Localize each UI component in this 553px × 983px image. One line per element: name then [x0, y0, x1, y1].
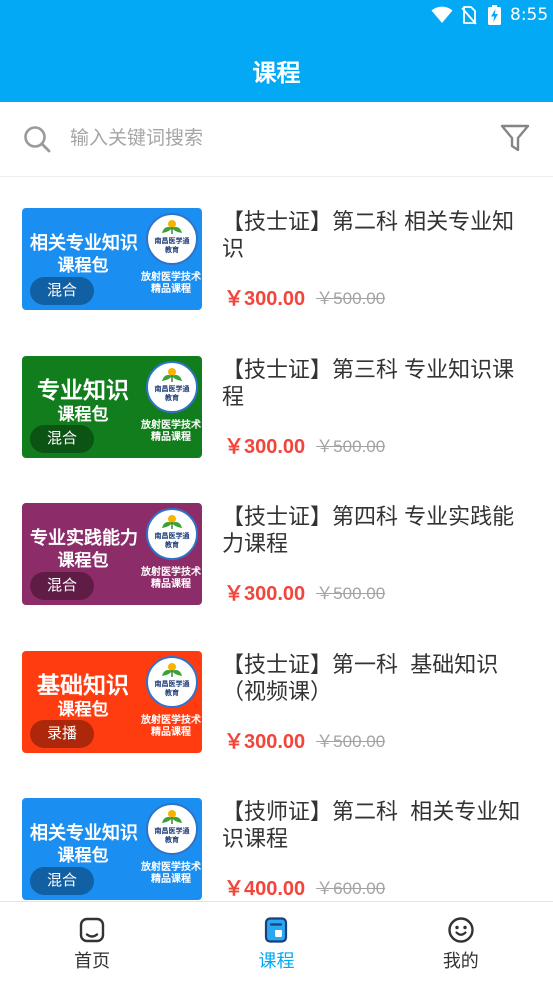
course-thumbnail: 专业知识 课程包 南昌医学通 教育 放射医学技术 精品课程 混合	[22, 355, 202, 458]
thumbnail-tagline: 放射医学技术	[141, 419, 201, 431]
course-type-badge: 混合	[30, 867, 94, 895]
thumbnail-tagline: 精品课程	[151, 874, 191, 885]
price-row: ￥300.00 ￥500.00	[224, 434, 385, 460]
wifi-icon	[431, 6, 453, 23]
logo-sub: 教育	[165, 689, 179, 697]
logo-name: 南昌医学通	[154, 385, 190, 393]
logo-sub: 教育	[165, 542, 179, 549]
course-book-icon	[265, 917, 288, 943]
thumbnail-heading: 基础知识	[37, 671, 129, 698]
price-row: ￥300.00 ￥500.00	[224, 581, 385, 607]
course-title: 【技士证】第三科 专业知识课程	[222, 356, 515, 409]
course-thumbnail: 相关专业知识 课程包 南昌医学通 教育 放射医学技术 精品课程 混合	[22, 798, 202, 900]
sprout-logo-icon	[160, 662, 184, 678]
original-price: ￥500.00	[316, 436, 386, 456]
school-logo: 南昌医学通 教育	[146, 360, 198, 413]
tab-home[interactable]: 首页	[0, 902, 184, 983]
thumbnail-heading: 专业知识	[37, 376, 129, 403]
status-time: 8:55	[510, 5, 549, 25]
thumbnail-subheading: 课程包	[57, 404, 109, 424]
price-row: ￥300.00 ￥500.00	[224, 286, 385, 312]
tab-profile[interactable]: 我的	[369, 902, 553, 983]
thumbnail-subheading: 课程包	[57, 551, 109, 570]
thumbnail-tagline: 精品课程	[151, 431, 191, 443]
search-icon[interactable]	[23, 125, 51, 153]
school-logo: 南昌医学通 教育	[146, 655, 198, 708]
original-price: ￥600.00	[316, 879, 386, 898]
course-item[interactable]: 相关专业知识 课程包 南昌医学通 教育 放射医学技术 精品课程 混合 【技士证】…	[0, 177, 553, 325]
original-price: ￥500.00	[316, 584, 386, 603]
thumbnail-tagline: 精品课程	[151, 726, 191, 738]
current-price: ￥300.00	[224, 583, 306, 605]
course-item[interactable]: 专业实践能力 课程包 南昌医学通 教育 放射医学技术 精品课程 混合 【技士证】…	[0, 472, 553, 620]
course-list: 相关专业知识 课程包 南昌医学通 教育 放射医学技术 精品课程 混合 【技士证】…	[0, 177, 553, 901]
logo-sub: 教育	[165, 394, 179, 402]
course-title: 【技士证】第一科 基础知识（视频课）	[222, 651, 499, 704]
school-logo: 南昌医学通 教育	[146, 803, 198, 855]
course-thumbnail: 基础知识 课程包 南昌医学通 教育 放射医学技术 精品课程 录播	[22, 650, 202, 753]
battery-charging-icon	[488, 5, 501, 25]
thumbnail-tagline: 放射医学技术	[141, 862, 201, 873]
thumbnail-heading: 相关专业知识	[30, 233, 138, 253]
course-type-badge: 混合	[30, 572, 94, 600]
logo-name: 南昌医学通	[154, 533, 190, 540]
thumbnail-tagline: 精品课程	[151, 579, 191, 590]
price-row: ￥300.00 ￥500.00	[224, 729, 385, 755]
home-icon	[79, 917, 105, 943]
original-price: ￥500.00	[316, 731, 386, 751]
tab-label: 我的	[442, 951, 479, 971]
thumbnail-heading: 相关专业知识	[30, 823, 138, 843]
page-title: 课程	[252, 60, 301, 87]
current-price: ￥300.00	[224, 730, 306, 753]
logo-name: 南昌医学通	[154, 680, 190, 688]
thumbnail-subheading: 课程包	[57, 846, 109, 865]
search-input[interactable]	[70, 124, 480, 154]
price-row: ￥400.00 ￥600.00	[224, 876, 385, 901]
thumbnail-heading: 专业实践能力	[30, 528, 138, 548]
current-price: ￥400.00	[224, 878, 306, 900]
thumbnail-tagline: 放射医学技术	[141, 272, 201, 283]
original-price: ￥500.00	[316, 289, 386, 308]
search-bar	[0, 102, 553, 177]
current-price: ￥300.00	[224, 288, 306, 310]
course-title: 【技士证】第四科 专业实践能力课程	[222, 504, 515, 556]
current-price: ￥300.00	[224, 435, 306, 458]
tab-label: 首页	[74, 951, 111, 971]
bottom-nav: 首页 课程 我的	[0, 901, 553, 983]
logo-sub: 教育	[165, 247, 179, 254]
filter-icon[interactable]	[499, 122, 531, 154]
course-type-badge: 录播	[30, 719, 94, 748]
app-bar: 8:55 课程	[0, 0, 553, 102]
course-title: 【技师证】第二科 相关专业知识课程	[222, 799, 521, 851]
course-type-badge: 混合	[30, 277, 94, 305]
course-type-badge: 混合	[30, 424, 94, 453]
thumbnail-tagline: 放射医学技术	[141, 714, 201, 726]
course-item[interactable]: 基础知识 课程包 南昌医学通 教育 放射医学技术 精品课程 录播 【技士证】第一…	[0, 620, 553, 768]
sprout-logo-icon	[160, 514, 184, 530]
no-sim-icon	[461, 6, 477, 25]
school-logo: 南昌医学通 教育	[146, 508, 198, 560]
logo-name: 南昌医学通	[154, 238, 190, 245]
thumbnail-tagline: 精品课程	[151, 284, 191, 295]
thumbnail-tagline: 放射医学技术	[141, 567, 201, 578]
sprout-logo-icon	[160, 809, 184, 825]
school-logo: 南昌医学通 教育	[146, 213, 198, 265]
thumbnail-subheading: 课程包	[57, 699, 109, 719]
course-item[interactable]: 专业知识 课程包 南昌医学通 教育 放射医学技术 精品课程 混合 【技士证】第三…	[0, 325, 553, 473]
tab-label: 课程	[258, 951, 295, 971]
tab-courses[interactable]: 课程	[184, 902, 368, 983]
course-thumbnail: 相关专业知识 课程包 南昌医学通 教育 放射医学技术 精品课程 混合	[22, 208, 202, 310]
logo-name: 南昌医学通	[154, 828, 190, 835]
sprout-logo-icon	[160, 367, 184, 383]
course-title: 【技士证】第二科 相关专业知识	[222, 209, 515, 261]
course-item[interactable]: 相关专业知识 课程包 南昌医学通 教育 放射医学技术 精品课程 混合 【技师证】…	[0, 767, 553, 901]
smiley-profile-icon	[448, 917, 474, 943]
logo-sub: 教育	[165, 837, 179, 844]
course-thumbnail: 专业实践能力 课程包 南昌医学通 教育 放射医学技术 精品课程 混合	[22, 503, 202, 605]
thumbnail-subheading: 课程包	[57, 256, 109, 275]
sprout-logo-icon	[160, 219, 184, 235]
